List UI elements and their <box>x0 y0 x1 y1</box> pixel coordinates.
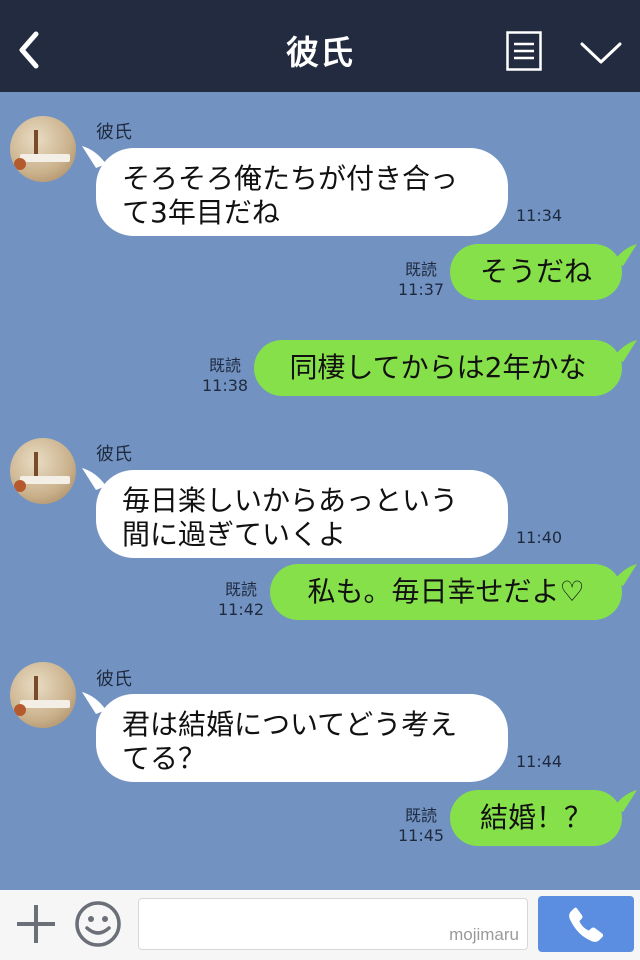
message-bubble[interactable]: そうだね <box>450 244 622 300</box>
bubble-tail <box>613 564 637 586</box>
chat-title: 彼氏 <box>286 33 354 72</box>
message-text: そうだね <box>479 255 592 288</box>
avatar[interactable] <box>10 662 76 728</box>
message-list[interactable]: 彼氏 そろそろ俺たちが付き合っ て3年目だね 11:34 既読 11:37 そう… <box>0 92 640 890</box>
bubble-tail <box>613 244 637 266</box>
message-bubble[interactable]: そろそろ俺たちが付き合っ て3年目だね <box>96 148 508 236</box>
message-time: 11:42 <box>218 600 265 619</box>
message-bubble[interactable]: 毎日楽しいからあっという 間に過ぎていくよ <box>96 470 508 558</box>
message-time: 11:40 <box>516 528 563 547</box>
message-bubble[interactable]: 結婚！？ <box>450 790 622 846</box>
avatar[interactable] <box>10 116 76 182</box>
chevron-down-icon[interactable] <box>580 40 622 68</box>
message-meta: 既読 11:42 <box>218 580 264 620</box>
bubble-tail <box>613 340 637 362</box>
sender-name: 彼氏 <box>96 669 132 690</box>
chat-header: 彼氏 <box>0 0 640 92</box>
plus-icon[interactable] <box>14 902 58 946</box>
message-time: 11:38 <box>202 376 249 395</box>
message-text: 君は結婚についてどう考え <box>122 708 458 741</box>
message-meta: 既読 11:37 <box>398 260 444 300</box>
message-text: そろそろ俺たちが付き合っ <box>122 162 459 195</box>
message-time: 11:37 <box>398 280 445 299</box>
list-menu-icon[interactable] <box>506 31 542 71</box>
message-bubble[interactable]: 君は結婚についてどう考え てる？ <box>96 694 508 782</box>
call-button[interactable] <box>538 896 634 952</box>
message-bubble[interactable]: 私も。毎日幸せだよ♡ <box>270 564 622 620</box>
bubble-tail <box>613 790 637 812</box>
message-input[interactable]: mojimaru <box>138 898 528 950</box>
message-text: 毎日楽しいからあっという <box>122 484 459 517</box>
phone-icon <box>569 907 604 942</box>
message-text: 結婚！？ <box>479 801 592 834</box>
message-text: 私も。毎日幸せだよ♡ <box>307 575 585 608</box>
read-receipt: 既読 <box>405 806 438 825</box>
message-text: て3年目だね <box>122 196 280 229</box>
message-time: 11:34 <box>516 206 563 225</box>
sender-name: 彼氏 <box>96 122 132 143</box>
message-meta: 既読 11:38 <box>202 356 248 396</box>
message-text: てる？ <box>122 742 207 775</box>
message-text: 間に過ぎていくよ <box>122 518 347 551</box>
smiley-icon[interactable] <box>74 900 122 948</box>
message-time: 11:44 <box>516 752 563 771</box>
message-bubble[interactable]: 同棲してからは2年かな <box>254 340 622 396</box>
sender-name: 彼氏 <box>96 444 132 465</box>
read-receipt: 既読 <box>405 260 438 279</box>
read-receipt: 既読 <box>225 580 258 599</box>
message-meta: 既読 11:45 <box>398 806 444 846</box>
read-receipt: 既読 <box>209 356 242 375</box>
watermark: mojimaru <box>449 925 519 944</box>
message-time: 11:45 <box>398 826 445 845</box>
avatar[interactable] <box>10 438 76 504</box>
message-text: 同棲してからは2年かな <box>289 351 587 384</box>
